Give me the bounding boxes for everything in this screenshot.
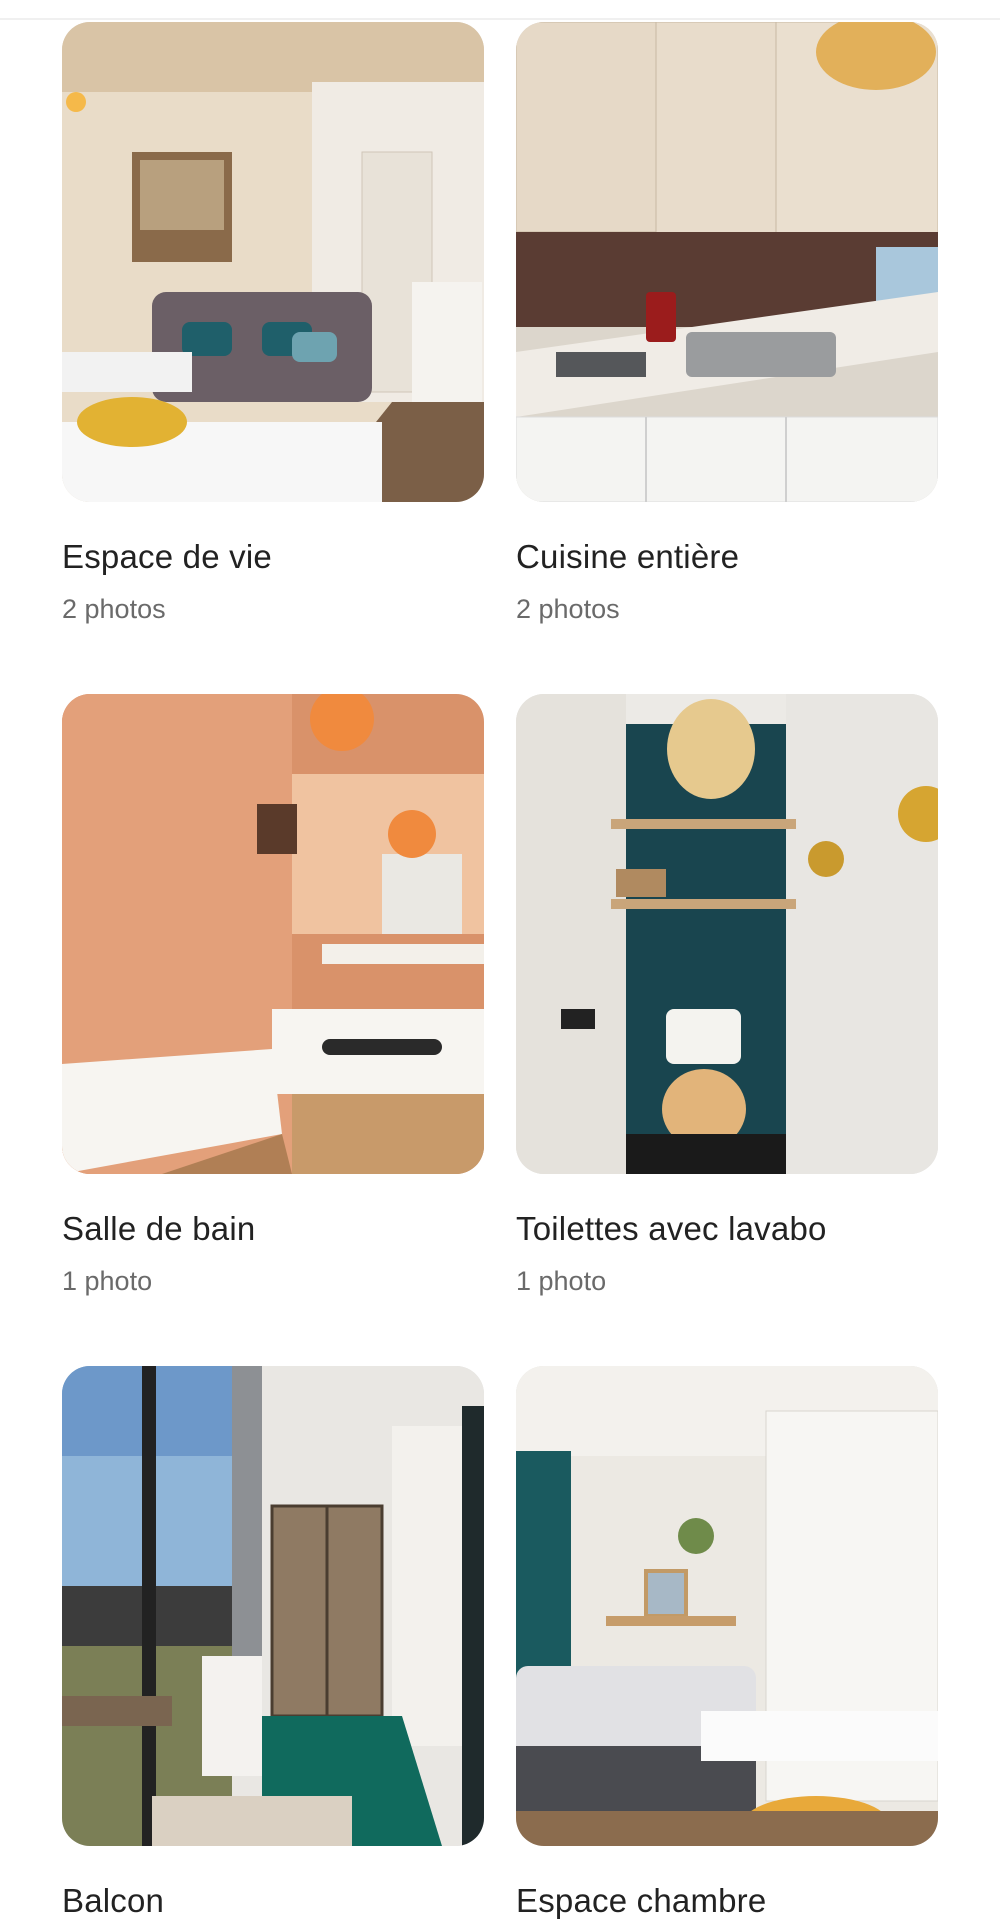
room-title: Cuisine entière	[516, 538, 740, 575]
toilet-photo[interactable]	[516, 694, 938, 1174]
bathroom-photo[interactable]	[62, 694, 484, 1174]
room-title: Espace de vie	[62, 538, 272, 575]
kitchen-photo[interactable]	[516, 22, 938, 502]
photo-count: 1 photo	[62, 1266, 153, 1296]
room-title: Toilettes avec lavabo	[516, 1210, 827, 1247]
top-divider	[0, 0, 1000, 20]
balcony-photo[interactable]	[62, 1366, 484, 1846]
room-title: Balcon	[62, 1882, 165, 1919]
room-title: Salle de bain	[62, 1210, 256, 1247]
room-card-kitchen[interactable]: Cuisine entière 2 photos	[516, 22, 938, 624]
photo-count: 1 photo	[516, 1266, 607, 1296]
photo-count: 2 photos	[62, 594, 166, 624]
room-card-balcony[interactable]: Balcon	[62, 1366, 484, 1919]
room-title: Espace chambre	[516, 1882, 767, 1919]
room-card-toilet[interactable]: Toilettes avec lavabo 1 photo	[516, 694, 938, 1296]
room-card-bedroom[interactable]: Espace chambre	[516, 1366, 938, 1919]
bedroom-photo[interactable]	[516, 1366, 938, 1846]
living-room-photo[interactable]	[62, 22, 484, 502]
room-card-living[interactable]: Espace de vie 2 photos	[62, 22, 484, 624]
photo-count: 2 photos	[516, 594, 620, 624]
room-card-bathroom[interactable]: Salle de bain 1 photo	[62, 694, 484, 1296]
